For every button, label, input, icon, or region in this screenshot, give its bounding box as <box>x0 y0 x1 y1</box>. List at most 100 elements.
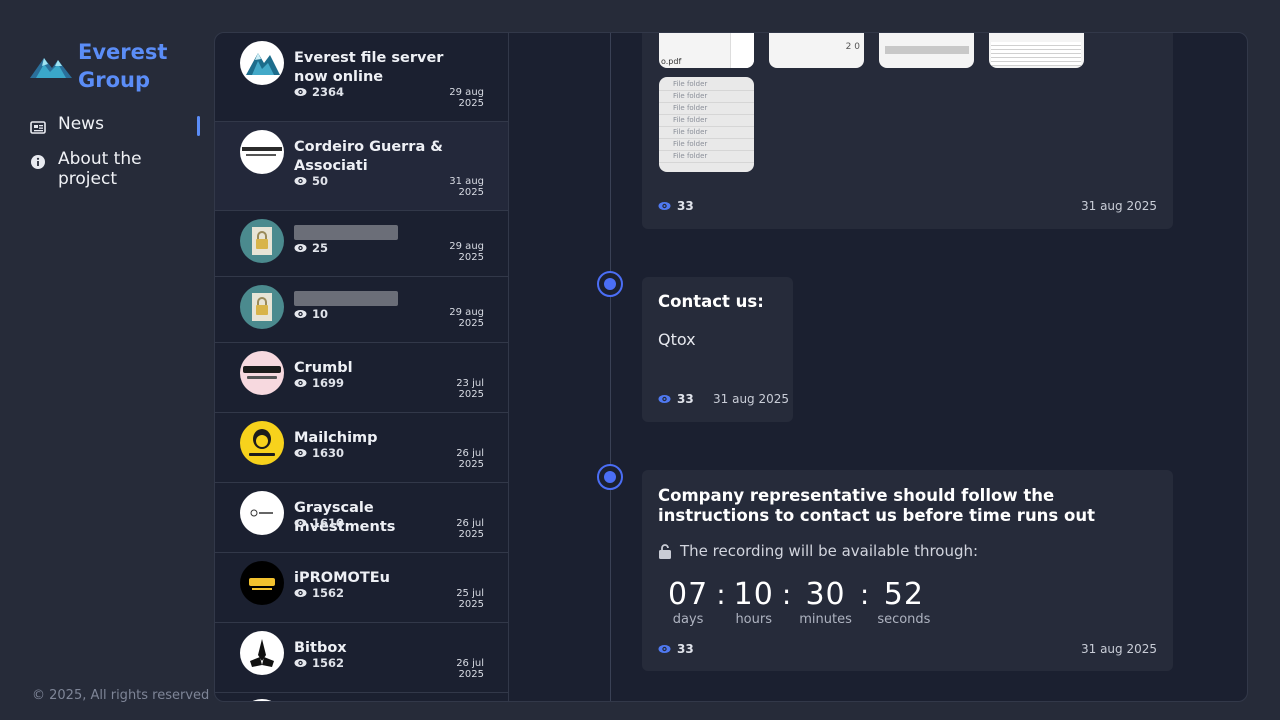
list-item-views: 1699 <box>294 376 344 390</box>
list-item[interactable]: Crumbl 1699 23 jul 2025 <box>215 343 508 413</box>
post-views: 33 <box>658 199 694 213</box>
countdown-hours: 10 hours <box>734 579 774 628</box>
info-icon <box>31 155 45 169</box>
blurred-title <box>294 291 398 306</box>
list-item-views: 10 <box>294 307 328 321</box>
countdown-days: 07 days <box>668 577 709 628</box>
list-item[interactable]: 10 29 aug 2025 <box>215 277 508 343</box>
folder-row: File folder <box>659 139 754 151</box>
eye-icon <box>294 244 307 252</box>
folder-row: File folder <box>659 151 754 163</box>
minutes-value: 30 <box>805 577 846 612</box>
views-count: 1630 <box>312 446 345 460</box>
views-count: 1610 <box>312 516 345 530</box>
eye-icon <box>294 659 307 667</box>
news-list[interactable]: Everest file server now online 2364 29 a… <box>215 33 509 701</box>
nav-label-about: About the project <box>58 149 142 189</box>
countdown-minutes: 30 minutes <box>799 577 852 628</box>
list-item-date: 26 jul 2025 <box>456 448 484 470</box>
minutes-label: minutes <box>799 612 852 627</box>
bitbox-avatar <box>240 631 284 675</box>
list-item-views: 1610 <box>294 516 344 530</box>
bitbox-logo-icon <box>250 639 274 667</box>
ipromoteu-avatar <box>240 561 284 605</box>
thumb-caption: 2 0 <box>845 42 860 52</box>
nav-label-news: News <box>58 114 104 134</box>
main-nav: News About the project <box>30 114 200 203</box>
crumbl-avatar <box>240 351 284 395</box>
list-item-date: 29 aug 2025 <box>449 87 484 109</box>
brand-name: Everest Group <box>78 40 168 92</box>
list-item[interactable]: Grayscale Investments 1610 26 jul 2025 <box>215 483 508 553</box>
nav-item-news[interactable]: News <box>30 114 200 136</box>
views-count: 1699 <box>312 376 345 390</box>
eye-icon <box>294 379 307 387</box>
nav-item-about[interactable]: About the project <box>30 149 200 189</box>
lock-document-icon <box>252 227 272 255</box>
list-item-title: Cordeiro Guerra & Associati <box>294 139 443 174</box>
views-count: 10 <box>312 307 329 321</box>
main-panel: Everest file server now online 2364 29 a… <box>214 32 1248 702</box>
file-thumbnail[interactable]: o.pdf <box>659 33 754 68</box>
folder-row: File folder <box>659 127 754 139</box>
unlock-icon <box>659 543 671 559</box>
files-post-card: o.pdf 2 0 File folder File folder File f… <box>642 33 1173 229</box>
list-item-views: 50 <box>294 174 328 188</box>
post-title: Contact us: <box>658 292 764 311</box>
thumb-caption: o.pdf <box>661 57 682 66</box>
hours-label: hours <box>735 612 772 627</box>
list-item-title: Everest file server now online <box>294 50 444 85</box>
countdown-separator: : <box>781 578 792 611</box>
file-thumbnail[interactable] <box>989 33 1084 68</box>
list-item[interactable]: iPROMOTEu 1562 25 jul 2025 <box>215 553 508 623</box>
contact-post-card: Contact us: Qtox 33 31 aug 2025 <box>642 277 793 422</box>
locked-avatar <box>240 219 284 263</box>
days-value: 07 <box>668 577 709 612</box>
copyright-footer: © 2025, All rights reserved <box>32 688 210 703</box>
list-item-date: 26 jul 2025 <box>456 518 484 540</box>
list-item[interactable]: Everest file server now online 2364 29 a… <box>215 33 508 122</box>
list-item-views: 2364 <box>294 85 344 99</box>
list-item-date: 29 aug 2025 <box>449 241 484 263</box>
list-item-views: 1630 <box>294 446 344 460</box>
eye-icon <box>294 519 307 527</box>
cordeiro-avatar <box>240 130 284 174</box>
folder-list-thumbnail[interactable]: File folder File folder File folder File… <box>659 77 754 172</box>
list-item[interactable]: Mailchimp 1630 26 jul 2025 <box>215 413 508 483</box>
post-date: 31 aug 2025 <box>1080 642 1157 656</box>
post-views: 33 <box>658 642 694 656</box>
list-item[interactable]: 25 29 aug 2025 <box>215 211 508 277</box>
post-title: Company representative should follow the… <box>658 486 1095 525</box>
folder-row: File folder <box>659 91 754 103</box>
everest-logo-icon <box>246 53 280 75</box>
nav-active-indicator <box>197 116 200 136</box>
list-item[interactable]: Bitbox 1562 26 jul 2025 <box>215 623 508 693</box>
post-date: 31 aug 2025 <box>713 392 790 406</box>
post-text: Qtox <box>658 330 696 349</box>
countdown-post-card: Company representative should follow the… <box>642 470 1173 671</box>
ipromoteu-logo-icon <box>249 578 275 590</box>
list-item-date: 29 aug 2025 <box>449 307 484 329</box>
file-thumbnail[interactable] <box>879 33 974 68</box>
eye-icon <box>294 88 307 96</box>
list-item[interactable]: Cordeiro Guerra & Associati 50 31 aug 20… <box>215 122 508 211</box>
list-item-views: 1562 <box>294 656 344 670</box>
list-item-date: 31 aug 2025 <box>449 176 484 198</box>
list-item-date: 26 jul 2025 <box>456 658 484 680</box>
timeline-dot <box>597 464 623 490</box>
brand[interactable]: Everest Group <box>30 38 178 94</box>
eye-icon <box>658 202 671 210</box>
views-count: 25 <box>312 241 329 255</box>
cordeiro-logo-icon <box>242 147 282 156</box>
views-count: 33 <box>677 392 694 406</box>
countdown-separator: : <box>716 578 726 611</box>
lock-document-icon <box>252 293 272 321</box>
sidebar: Everest Group News About the project © 2… <box>0 0 214 720</box>
file-thumbnail[interactable]: 2 0 <box>769 33 864 68</box>
eye-icon <box>294 449 307 457</box>
recording-text: The recording will be available through: <box>680 542 979 560</box>
everest-avatar <box>240 41 284 85</box>
post-date: 31 aug 2025 <box>1080 199 1157 213</box>
eye-icon <box>294 177 307 185</box>
countdown-timer: 07 days : 10 hours : 30 minutes : 52 sec… <box>668 577 930 628</box>
